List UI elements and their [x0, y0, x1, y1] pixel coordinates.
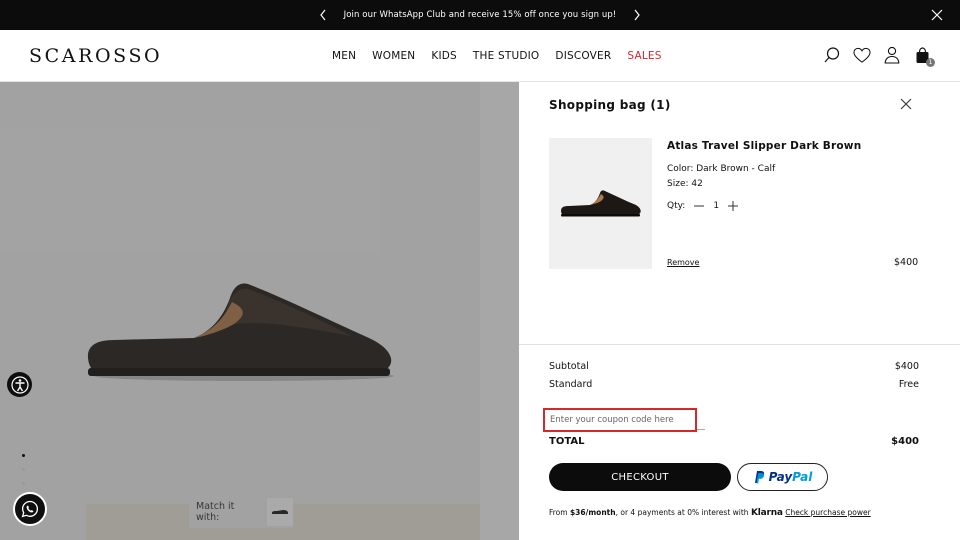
- subtotal-value: $400: [894, 361, 919, 372]
- accessibility-icon[interactable]: [7, 372, 32, 397]
- nav-item-discover[interactable]: DISCOVER: [555, 50, 611, 62]
- paypal-pay: Pay: [768, 470, 793, 484]
- klarna-amount: $36/month: [569, 508, 616, 517]
- nav-item-women[interactable]: WOMEN: [372, 50, 415, 62]
- bag-icon[interactable]: 1: [913, 46, 935, 67]
- search-icon[interactable]: [823, 46, 841, 64]
- drawer-backdrop[interactable]: [0, 82, 519, 540]
- klarna-logo: Klarna: [750, 508, 783, 518]
- total-row: TOTAL $400: [549, 436, 919, 447]
- klarna-message: From $36/month, or 4 payments at 0% inte…: [549, 508, 871, 518]
- pagination-dot[interactable]: [22, 468, 25, 471]
- gallery-pagination: [22, 454, 25, 485]
- summary-divider: [519, 344, 960, 345]
- header-icons: 1: [823, 46, 935, 67]
- cart-item-price: $400: [894, 257, 919, 268]
- nav-item-the-studio[interactable]: THE STUDIO: [473, 50, 540, 62]
- whatsapp-icon[interactable]: [13, 492, 47, 526]
- qty-label: Qty:: [667, 201, 686, 211]
- site-logo[interactable]: SCAROSSO: [29, 45, 162, 67]
- heart-icon[interactable]: [853, 46, 871, 64]
- cart-item-image[interactable]: [549, 138, 652, 269]
- paypal-icon: [754, 471, 764, 484]
- promo-content: Join our WhatsApp Club and receive 15% o…: [316, 8, 645, 22]
- total-value: $400: [891, 436, 919, 447]
- chevron-left-icon[interactable]: [316, 8, 330, 22]
- klarna-prefix: From: [549, 508, 570, 517]
- close-icon[interactable]: [899, 97, 913, 111]
- nav-item-sales[interactable]: SALES: [627, 50, 661, 62]
- plus-icon[interactable]: [727, 200, 739, 212]
- subtotal-label: Subtotal: [549, 361, 589, 372]
- checkout-button[interactable]: CHECKOUT: [549, 463, 731, 491]
- cart-item-color: Color: Dark Brown - Calf: [667, 164, 776, 174]
- drawer-title: Shopping bag (1): [549, 98, 671, 112]
- site-header: SCAROSSO MEN WOMEN KIDS THE STUDIO DISCO…: [0, 30, 960, 82]
- promo-text: Join our WhatsApp Club and receive 15% o…: [343, 10, 617, 20]
- shopping-bag-drawer: Shopping bag (1) Atlas Travel Slipper Da…: [519, 82, 960, 540]
- paypal-wordmark: PayPal: [769, 470, 813, 484]
- klarna-purchase-power-link[interactable]: Check purchase power: [785, 508, 870, 517]
- paypal-button[interactable]: PayPal: [737, 463, 828, 491]
- nav-item-kids[interactable]: KIDS: [431, 50, 457, 62]
- quantity-stepper: Qty: 1: [667, 200, 739, 212]
- pagination-dot[interactable]: [22, 482, 25, 485]
- cart-item-name[interactable]: Atlas Travel Slipper Dark Brown: [667, 140, 861, 152]
- minus-icon[interactable]: [693, 200, 705, 212]
- klarna-middle: , or 4 payments at 0% interest with: [615, 508, 751, 517]
- coupon-input[interactable]: [550, 415, 690, 425]
- product-gallery: Match it with:: [0, 82, 519, 540]
- subtotal-row: Subtotal $400: [549, 361, 919, 372]
- coupon-underline: [697, 429, 705, 430]
- coupon-field[interactable]: [543, 408, 697, 432]
- user-icon[interactable]: [883, 46, 901, 64]
- shipping-label: Standard: [549, 379, 593, 390]
- pagination-dot[interactable]: [22, 454, 25, 457]
- cart-item-size: Size: 42: [667, 179, 703, 189]
- nav-item-men[interactable]: MEN: [332, 50, 356, 62]
- qty-value: 1: [713, 201, 720, 211]
- bag-count-badge: 1: [926, 58, 935, 67]
- remove-item-link[interactable]: Remove: [667, 258, 699, 267]
- main-nav: MEN WOMEN KIDS THE STUDIO DISCOVER SALES: [332, 50, 662, 62]
- promo-bar: Join our WhatsApp Club and receive 15% o…: [0, 0, 960, 30]
- promo-close-icon[interactable]: [930, 8, 944, 22]
- chevron-right-icon[interactable]: [630, 8, 644, 22]
- shipping-value: Free: [898, 379, 919, 390]
- shipping-row: Standard Free: [549, 379, 919, 390]
- paypal-pal: Pal: [792, 470, 813, 484]
- total-label: TOTAL: [549, 436, 585, 447]
